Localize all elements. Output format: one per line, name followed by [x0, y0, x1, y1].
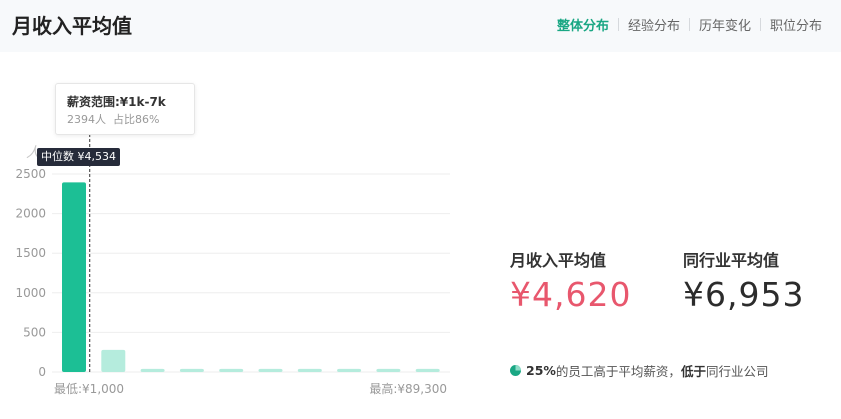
avg-salary-stat: 月收入平均值 ¥4,620	[510, 247, 631, 314]
y-tick-label: 0	[38, 365, 46, 379]
bar	[297, 368, 322, 372]
tab-position[interactable]: 职位分布	[761, 15, 831, 34]
pie-chart-icon	[510, 365, 521, 376]
median-label: 中位数 ¥4,534	[37, 148, 120, 166]
bar	[179, 368, 204, 372]
note-text-2: 同行业公司	[705, 364, 769, 379]
avg-salary-value: ¥4,620	[510, 275, 632, 314]
tooltip-detail: 2394人 占比86%	[67, 111, 159, 127]
x-max-label: 最高:¥89,300	[369, 381, 447, 396]
bar	[258, 368, 283, 372]
y-tick-label: 2500	[15, 167, 46, 181]
bar	[140, 368, 165, 372]
tooltip-share: 占比86%	[113, 113, 160, 126]
bar	[337, 368, 362, 372]
bar	[219, 368, 244, 372]
tab-bar: 整体分布 经验分布 历年变化 职位分布	[548, 15, 831, 34]
chart-tooltip: 薪资范围:¥1k-7k 2394人 占比86%	[55, 83, 195, 135]
tab-overall[interactable]: 整体分布	[548, 15, 618, 34]
bar	[415, 368, 440, 372]
avg-salary-label: 月收入平均值	[510, 251, 607, 270]
bar	[376, 368, 401, 372]
header: 月收入平均值 整体分布 经验分布 历年变化 职位分布	[0, 0, 841, 52]
industry-avg-value: ¥6,953	[683, 275, 805, 314]
tab-history[interactable]: 历年变化	[690, 15, 760, 34]
y-tick-label: 500	[23, 325, 46, 339]
bar	[101, 349, 126, 372]
x-min-label: 最低:¥1,000	[54, 382, 124, 396]
industry-avg-stat: 同行业平均值 ¥6,953	[683, 247, 804, 314]
note-percent: 25%	[526, 363, 556, 378]
note-text-1: 的员工高于平均薪资，	[555, 364, 681, 379]
note-lower: 低于	[680, 364, 706, 379]
y-tick-label: 1000	[15, 286, 46, 300]
tooltip-title: 薪资范围:¥1k-7k	[67, 95, 166, 109]
industry-avg-label: 同行业平均值	[683, 251, 780, 270]
tooltip-count: 2394人	[67, 113, 106, 126]
y-tick-label: 1500	[15, 246, 46, 260]
page-title: 月收入平均值	[12, 14, 132, 38]
y-tick-label: 2000	[15, 207, 46, 221]
bar	[62, 182, 86, 372]
comparison-note: 25% 的员工高于平均薪资， 低于 同行业公司	[510, 361, 768, 380]
tab-experience[interactable]: 经验分布	[619, 15, 689, 34]
